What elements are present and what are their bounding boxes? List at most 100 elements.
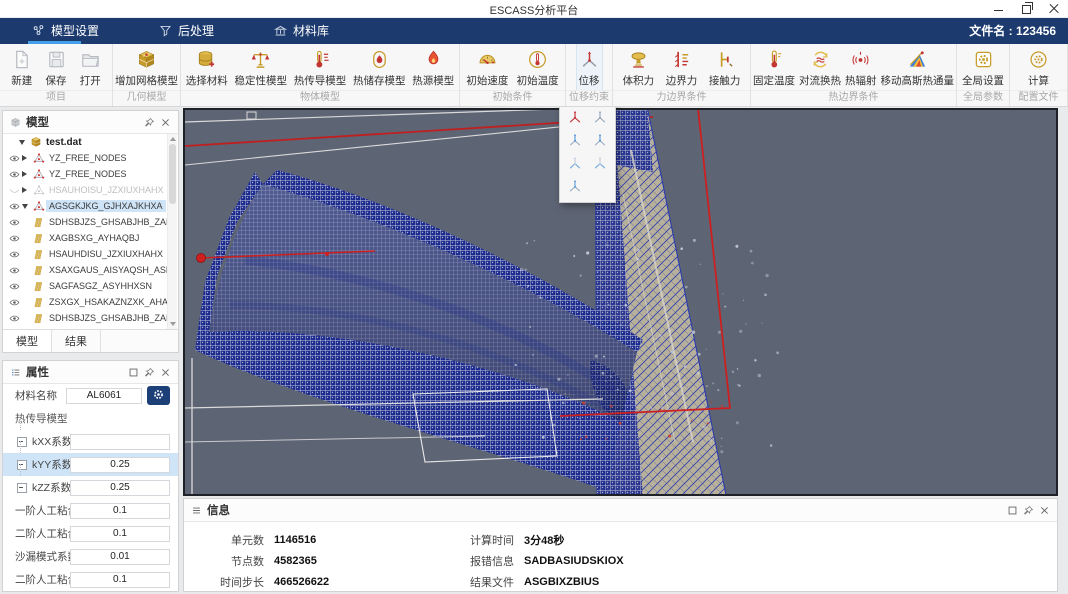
tree-item[interactable]: SDHSBJZS_GHSABJHB_ZAHU	[3, 310, 167, 326]
eye-visible-icon[interactable]	[7, 266, 22, 275]
menu-tab-model-settings[interactable]: 模型设置	[26, 17, 105, 44]
tree-collapse-icon[interactable]	[17, 483, 27, 493]
property-row[interactable]: 二阶人工粘合性	[3, 568, 178, 591]
property-value-input[interactable]	[70, 503, 170, 519]
property-value-input[interactable]	[70, 434, 170, 450]
tree-item[interactable]: YZ_FREE_NODES	[3, 150, 167, 166]
property-row[interactable]: 二阶人工粘合性	[3, 522, 178, 545]
scrollbar-thumb[interactable]	[169, 144, 176, 204]
eye-visible-icon[interactable]	[7, 250, 22, 259]
property-row[interactable]: 沙漏模式系数	[3, 545, 178, 568]
tree-root-item[interactable]: test.dat	[3, 134, 167, 150]
toolbar-button-initial-velocity[interactable]: 初始速度	[464, 44, 510, 90]
toolbar-button-heat-conduction-model[interactable]: 热传导模型	[292, 44, 349, 90]
pin-icon[interactable]	[144, 117, 155, 128]
maximize-panel-icon[interactable]	[1007, 505, 1018, 516]
caret-right-icon[interactable]	[22, 187, 31, 193]
toolbar-button-compute[interactable]: 计算	[1026, 44, 1051, 90]
viewport-3d[interactable]	[183, 108, 1058, 496]
displacement-option-5[interactable]	[562, 152, 588, 173]
tree-collapse-icon[interactable]	[17, 437, 27, 447]
property-row[interactable]: kYY系数	[3, 453, 178, 476]
menu-tab-post-processing[interactable]: 后处理	[153, 17, 220, 44]
property-label: 一阶人工粘合性	[15, 503, 70, 518]
close-button[interactable]	[1048, 3, 1060, 15]
toolbar-button-initial-temperature[interactable]: 初始温度	[515, 44, 561, 90]
eye-visible-icon[interactable]	[7, 154, 22, 163]
panel-tab-模型[interactable]: 模型	[3, 330, 52, 352]
eye-visible-icon[interactable]	[7, 170, 22, 179]
toolbar-button-contact-force[interactable]: 接触力	[707, 44, 743, 90]
displacement-option-1[interactable]	[562, 106, 588, 127]
toolbar-button-moving-gaussian-heat-flux[interactable]: 移动高斯热通量	[879, 44, 957, 90]
toolbar-button-boundary-force[interactable]: 边界力	[664, 44, 700, 90]
eye-hidden-icon[interactable]	[7, 186, 22, 195]
toolbar-button-displacement[interactable]: 位移	[577, 44, 602, 90]
scroll-down-arrow[interactable]	[170, 322, 176, 326]
caret-down-icon[interactable]	[22, 204, 31, 209]
pin-icon[interactable]	[144, 367, 155, 378]
toolbar-button-global-settings[interactable]: 全局设置	[960, 44, 1006, 90]
eye-visible-icon[interactable]	[7, 234, 22, 243]
toolbar-button-new[interactable]: 新建	[9, 44, 34, 90]
tree-item[interactable]: XAGBSXG_AYHAQBJ	[3, 230, 167, 246]
eye-visible-icon[interactable]	[7, 282, 22, 291]
tree-item[interactable]: YZ_FREE_NODES	[3, 166, 167, 182]
toolbar-button-add-mesh-model[interactable]: 增加网格模型	[113, 44, 180, 90]
property-value-input[interactable]	[70, 572, 170, 588]
maximize-panel-icon[interactable]	[128, 367, 139, 378]
caret-right-icon[interactable]	[22, 155, 31, 161]
toolbar-button-stability-model[interactable]: 稳定性模型	[233, 44, 290, 90]
displacement-option-4[interactable]	[588, 129, 614, 150]
displacement-option-7[interactable]	[562, 175, 588, 196]
toolbar-button-heat-storage-model[interactable]: 热储存模型	[351, 44, 408, 90]
property-value-input[interactable]	[70, 526, 170, 542]
toolbar-button-convection[interactable]: 对流换热	[797, 44, 843, 90]
tree-item[interactable]: HSAUHOISU_JZXIUXHAHX	[3, 182, 167, 198]
property-value-input[interactable]	[70, 549, 170, 565]
tree-collapse-icon[interactable]	[17, 460, 27, 470]
maximize-button[interactable]	[1020, 3, 1032, 15]
material-name-input[interactable]	[66, 388, 142, 404]
property-row[interactable]: 一阶人工粘合性	[3, 499, 178, 522]
toolbar-button-body-force[interactable]: 体积力	[621, 44, 657, 90]
tree-item[interactable]: HSAUHDISU_JZXIUXHAHX	[3, 246, 167, 262]
tree-item[interactable]: XSAXGAUS_AISYAQSH_ASHX	[3, 262, 167, 278]
caret-right-icon[interactable]	[22, 171, 31, 177]
eye-visible-icon[interactable]	[7, 218, 22, 227]
displacement-option-2[interactable]	[588, 106, 614, 127]
scroll-up-arrow[interactable]	[170, 137, 176, 141]
property-row[interactable]: kXX系数	[3, 430, 178, 453]
displacement-option-6[interactable]	[588, 152, 614, 173]
model-panel-tabs: 模型结果	[3, 329, 178, 352]
caret-down-icon[interactable]	[19, 140, 28, 145]
toolbar-button-heat-source-model[interactable]: 热源模型	[410, 44, 456, 90]
toolbar-button-thermal-radiation[interactable]: 热辐射	[843, 44, 879, 90]
property-value-input[interactable]	[70, 457, 170, 473]
property-row[interactable]: kZZ系数	[3, 476, 178, 499]
tree-item[interactable]: SDHSBJZS_GHSABJHB_ZAHU	[3, 214, 167, 230]
tree-item[interactable]: ZSXGX_HSAKAZNZXK_AHASX	[3, 294, 167, 310]
menu-tab-material-library[interactable]: 材料库	[268, 17, 335, 44]
panel-tab-结果[interactable]: 结果	[52, 330, 101, 352]
close-panel-icon[interactable]	[1039, 505, 1050, 516]
tree-item[interactable]: AGSGKJKG_GJHXAJKHXA	[3, 198, 167, 214]
toolbar-group: 选择材料稳定性模型热传导模型热储存模型热源模型物体模型	[181, 44, 460, 106]
tree-item[interactable]: SAGFASGZ_ASYHHXSN	[3, 278, 167, 294]
eye-visible-icon[interactable]	[7, 202, 22, 211]
eye-visible-icon[interactable]	[7, 298, 22, 307]
eye-visible-icon[interactable]	[7, 314, 22, 323]
material-settings-button[interactable]	[147, 386, 170, 405]
close-panel-icon[interactable]	[160, 117, 171, 128]
toolbar-button-fixed-temperature[interactable]: 固定温度	[751, 44, 797, 90]
pin-icon[interactable]	[1023, 505, 1034, 516]
displacement-option-3[interactable]	[562, 129, 588, 150]
toolbar-button-select-material[interactable]: 选择材料	[184, 44, 230, 90]
tree-scrollbar[interactable]	[167, 134, 177, 329]
viewport-3d-scene[interactable]	[185, 110, 1056, 494]
toolbar-button-open[interactable]: 打开	[78, 44, 103, 90]
minimize-button[interactable]	[992, 3, 1004, 15]
close-panel-icon[interactable]	[160, 367, 171, 378]
property-value-input[interactable]	[70, 480, 170, 496]
toolbar-button-save[interactable]: 保存	[44, 44, 69, 90]
